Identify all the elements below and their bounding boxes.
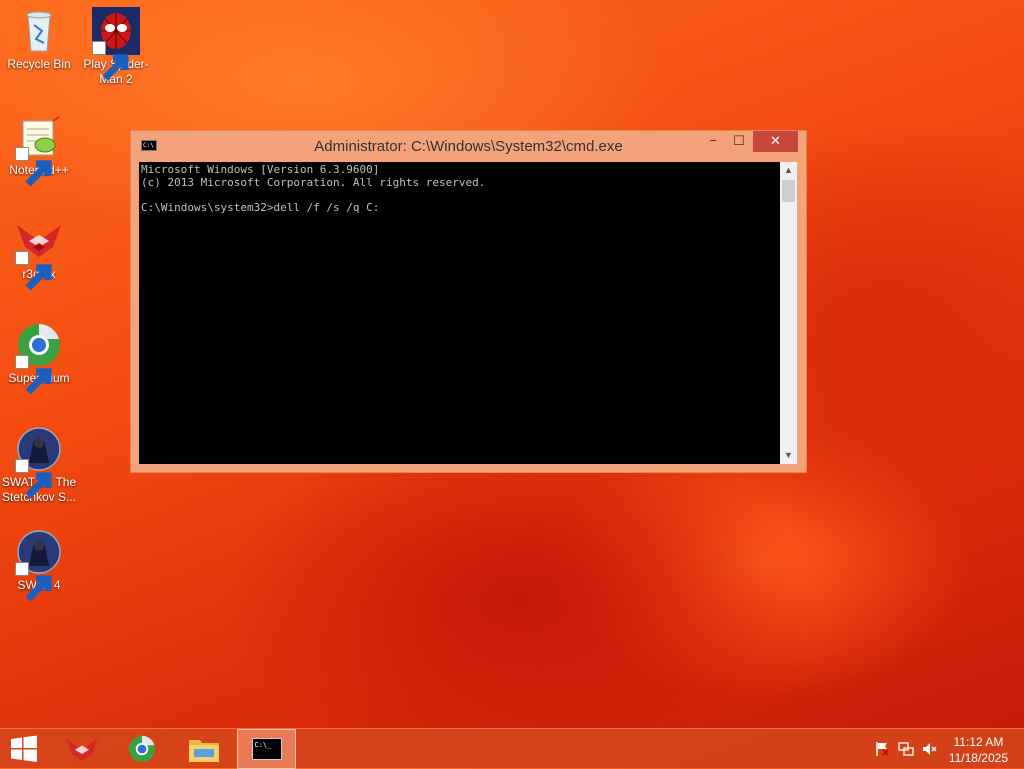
r3dfox-icon — [66, 738, 98, 762]
cmd-icon: C:\_ — [251, 738, 282, 760]
title-bar[interactable]: C:\ Administrator: C:\Windows\System32\c… — [131, 131, 806, 161]
taskbar-clock[interactable]: 11:12 AM 11/18/2025 — [949, 734, 1008, 766]
console-line: (c) 2013 Microsoft Corporation. All righ… — [141, 175, 486, 189]
recycle-bin-icon — [15, 7, 63, 55]
taskbar: C:\_ 11:12 AM 11/18/2025 — [0, 728, 1024, 769]
shortcut-arrow-icon — [92, 41, 129, 81]
clock-time: 11:12 AM — [953, 735, 1004, 749]
maximize-button[interactable]: ☐ — [726, 131, 752, 152]
volume-muted-icon[interactable] — [922, 741, 938, 757]
scrollbar-thumb[interactable] — [782, 180, 795, 202]
console-prompt-line: C:\Windows\system32>dell /f /s /q C: — [141, 200, 380, 214]
taskbar-item-file-explorer[interactable] — [176, 729, 232, 769]
desktop-icon-notepadpp[interactable]: Notepad++ — [1, 113, 77, 187]
r3dfox-icon — [15, 217, 63, 291]
desktop-icon-recycle-bin[interactable]: Recycle Bin — [1, 7, 77, 72]
windows-start-icon — [11, 735, 37, 762]
swat4-icon — [15, 425, 63, 499]
supermium-icon — [128, 735, 156, 763]
shortcut-arrow-icon — [15, 147, 52, 187]
action-center-flag-icon[interactable] — [874, 741, 890, 757]
file-explorer-icon — [189, 740, 219, 762]
desktop-icon-swat4-stetchkov[interactable]: SWAT 4 - The Stetchkov S... — [1, 425, 77, 505]
cmd-window[interactable]: C:\ Administrator: C:\Windows\System32\c… — [130, 130, 807, 473]
desktop-icon-label: Recycle Bin — [7, 57, 71, 71]
vertical-scrollbar[interactable]: ▲ ▼ — [780, 162, 797, 464]
desktop-icon-swat4[interactable]: SWAT 4 — [1, 528, 77, 602]
scroll-up-arrow-icon[interactable]: ▲ — [780, 162, 797, 179]
scroll-down-arrow-icon[interactable]: ▼ — [780, 447, 797, 464]
supermium-icon — [15, 321, 63, 395]
network-icon[interactable] — [898, 741, 914, 757]
console-line: Microsoft Windows [Version 6.3.9600] — [141, 163, 380, 176]
spider-man-icon — [92, 7, 140, 81]
close-button[interactable]: ✕ — [753, 131, 798, 152]
desktop-icon-supermium[interactable]: Supermium — [1, 321, 77, 395]
notepadpp-icon — [15, 113, 63, 187]
taskbar-item-r3dfox[interactable] — [54, 729, 110, 769]
start-button[interactable] — [0, 729, 48, 769]
swat4-icon — [15, 528, 63, 602]
shortcut-arrow-icon — [15, 251, 52, 291]
minimize-button[interactable]: − — [700, 131, 726, 152]
taskbar-item-cmd[interactable]: C:\_ — [237, 729, 296, 769]
desktop-icon-r3dfox[interactable]: r3dfox — [1, 217, 77, 291]
desktop-icon-spider-man[interactable]: Play Spider-Man 2 — [78, 7, 154, 87]
shortcut-arrow-icon — [15, 355, 52, 395]
taskbar-item-supermium[interactable] — [114, 729, 170, 769]
console-output[interactable]: Microsoft Windows [Version 6.3.9600] (c) … — [139, 162, 780, 464]
shortcut-arrow-icon — [15, 562, 52, 602]
shortcut-arrow-icon — [15, 459, 52, 499]
clock-date: 11/18/2025 — [948, 751, 1008, 765]
